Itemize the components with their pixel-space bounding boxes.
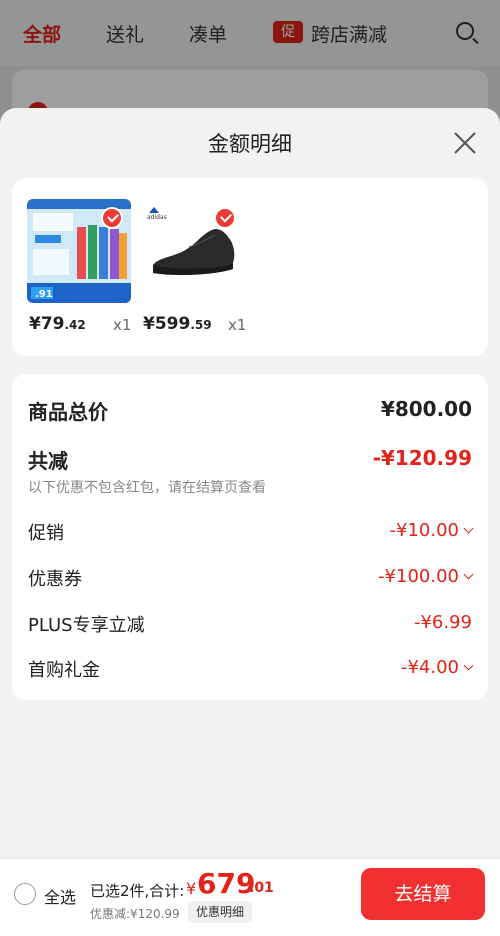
selected-count: 已选2件,合计:: [90, 882, 185, 900]
total-amount: 679: [197, 867, 256, 900]
promotion-label: 促销: [28, 523, 64, 544]
chevron-down-icon: [463, 523, 474, 534]
select-all-radio[interactable]: [14, 883, 36, 905]
total-amount-decimal: .01: [249, 880, 274, 896]
discount-detail-button[interactable]: 优惠明细: [188, 901, 253, 923]
svg-text:.91: .91: [35, 289, 53, 300]
product-price: ¥599.59: [143, 314, 212, 334]
total-reduction-value: -¥120.99: [372, 446, 472, 470]
select-all-label[interactable]: 全选: [44, 884, 76, 908]
checked-icon[interactable]: [214, 207, 236, 229]
plus-discount-value: -¥6.99: [413, 612, 472, 633]
checked-icon[interactable]: [101, 207, 123, 229]
sheet-title: 金额明细: [208, 132, 292, 156]
total-reduction-label: 共减: [28, 449, 68, 473]
svg-text:adidas: adidas: [147, 214, 167, 221]
plus-discount-label: PLUS专享立减: [28, 615, 145, 636]
goods-total-value: ¥800.00: [380, 397, 472, 421]
coupon-label: 优惠券: [28, 569, 82, 590]
product-quantity: x1: [228, 316, 247, 334]
chevron-down-icon: [463, 660, 474, 671]
goods-total-label: 商品总价: [28, 400, 108, 424]
coupon-value[interactable]: -¥100.00: [378, 566, 474, 587]
first-purchase-value[interactable]: -¥4.00: [401, 657, 474, 678]
checkout-button[interactable]: 去结算: [361, 868, 485, 920]
chevron-down-icon: [463, 569, 474, 580]
discount-summary: 优惠减:¥120.99: [90, 907, 180, 921]
promotion-value[interactable]: -¥10.00: [390, 520, 474, 541]
reduction-note: 以下优惠不包含红包，请在结算页查看: [28, 480, 266, 496]
products-card: .91 adidas ¥79.42 x1 ¥599.59 x1: [12, 178, 488, 356]
checkout-bar: 全选 已选2件,合计: ¥ 679 .01 优惠减:¥120.99 优惠明细 去…: [0, 858, 500, 936]
product-price: ¥79.42: [29, 314, 86, 334]
total-currency: ¥: [186, 879, 197, 898]
product-quantity: x1: [113, 316, 132, 334]
amount-detail-card: 商品总价 ¥800.00 共减 -¥120.99 以下优惠不包含红包，请在结算页…: [12, 374, 488, 700]
first-purchase-label: 首购礼金: [28, 660, 100, 681]
amount-detail-sheet: 金额明细 .91 adidas ¥79.42 x1 ¥599.59 x1 商品总…: [0, 108, 500, 936]
close-icon[interactable]: [452, 130, 478, 156]
